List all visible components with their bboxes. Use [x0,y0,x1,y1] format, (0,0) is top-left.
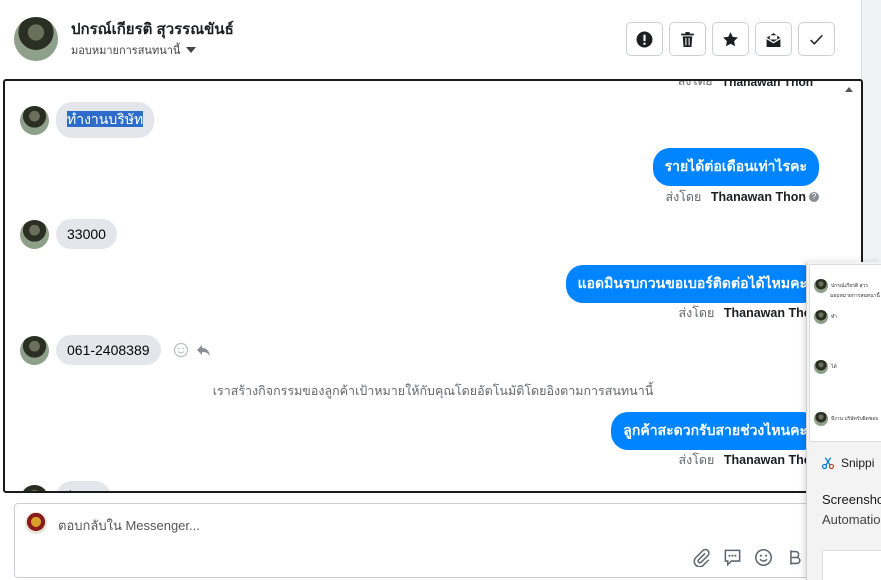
mark-spam-button[interactable] [626,22,663,56]
scissors-icon [821,457,835,470]
trash-icon [681,31,694,47]
currency-icon[interactable] [785,548,804,567]
check-icon [810,34,823,45]
snipping-action-box[interactable] [822,550,881,580]
delete-button[interactable] [669,22,706,56]
snipping-tool-notification[interactable]: ปกรณ์เกียรติ สุวร มอบหมายการสนทนานี้ ทำ … [806,262,881,580]
sent-by-label: ส่งโดย Thanawan Thon [678,306,819,320]
contact-name[interactable]: ปกรณ์เกียรติ สุวรรณขันธ์ [71,17,234,41]
message-actions [173,342,211,358]
message-thread[interactable]: ส่งโดย Thanawan Thon ทำงานบริษัท รายได้ต… [3,79,863,493]
scroll-up-arrow-icon[interactable] [845,87,853,92]
message-bubble-incoming[interactable]: ได้คะ [56,481,112,491]
thumb-row: ได้ [814,360,837,374]
contact-avatar[interactable] [20,105,49,135]
message-row-incoming: ทำงานบริษัท [20,102,155,138]
message-row-incoming: 33000 [20,219,117,249]
unread-mail-icon [766,32,781,47]
reply-input[interactable] [58,518,658,533]
sent-by-label: ส่งโดย Thanawan Thon [678,79,814,89]
thumb-row: มีงาน บริษัทรับผิดชอบ [814,412,878,426]
contact-avatar[interactable] [14,17,58,61]
system-note: เราสร้างกิจกรรมของลูกค้าเป้าหมายให้กับคุ… [212,384,654,398]
reply-composer [14,503,848,578]
caret-down-icon [186,47,197,53]
message-bubble-outgoing[interactable]: รายได้ต่อเดือนเท่าไรคะ [652,148,819,186]
snipping-message-line1: Screensho [822,492,881,507]
sent-by-label: ส่งโดย Thanawan Thon ? [665,187,819,207]
snipping-tool-title: Snippi [821,456,874,470]
thumb-row: มอบหมายการสนทนานี้ [830,293,880,299]
message-bubble-outgoing[interactable]: ลูกค้าสะดวกรับสายช่วงไหนคะ [611,412,819,450]
mark-unread-button[interactable] [755,22,792,56]
thumb-row: ปกรณ์เกียรติ สุวร [814,279,868,293]
thumb-row: ทำ [814,310,837,324]
page-avatar [25,512,47,534]
contact-avatar[interactable] [20,335,49,365]
message-row-incoming: 061-2408389 [20,335,211,365]
composer-tools [692,548,804,567]
snipping-message-line2: Automatio [822,512,881,527]
contact-avatar[interactable] [20,484,49,491]
sent-by-label: ส่งโดย Thanawan Thon [678,453,819,467]
contact-avatar[interactable] [20,219,49,249]
screenshot-thumbnail[interactable]: ปกรณ์เกียรติ สุวร มอบหมายการสนทนานี้ ทำ … [809,264,881,442]
star-icon [723,31,738,46]
attachment-icon[interactable] [692,548,711,567]
message-bubble-incoming[interactable]: 061-2408389 [56,335,161,365]
alert-icon [636,31,653,47]
assign-conversation-dropdown[interactable]: มอบหมายการสนทนานี้ [71,41,197,59]
header-actions [626,22,835,56]
reply-icon[interactable] [195,342,211,358]
emoji-icon[interactable] [754,548,773,567]
assign-label: มอบหมายการสนทนานี้ [71,45,181,57]
message-bubble-outgoing[interactable]: แอดมินรบกวนขอเบอร์ติดต่อได้ไหมคะ [565,265,819,303]
conversation-panel: ปกรณ์เกียรติ สุวรรณขันธ์ มอบหมายการสนทนา… [0,0,863,580]
inbox-page: ปกรณ์เกียรติ สุวรรณขันธ์ มอบหมายการสนทนา… [0,0,881,580]
message-bubble-incoming[interactable]: ทำงานบริษัท [56,102,155,138]
saved-reply-icon[interactable] [723,548,742,567]
mark-done-button[interactable] [798,22,835,56]
conversation-header: ปกรณ์เกียรติ สุวรรณขันธ์ มอบหมายการสนทนา… [0,0,862,78]
message-row-incoming: ได้คะ [20,481,112,491]
help-icon[interactable]: ? [809,192,819,202]
react-emoji-icon[interactable] [173,342,189,358]
message-bubble-incoming[interactable]: 33000 [56,219,117,249]
star-button[interactable] [712,22,749,56]
